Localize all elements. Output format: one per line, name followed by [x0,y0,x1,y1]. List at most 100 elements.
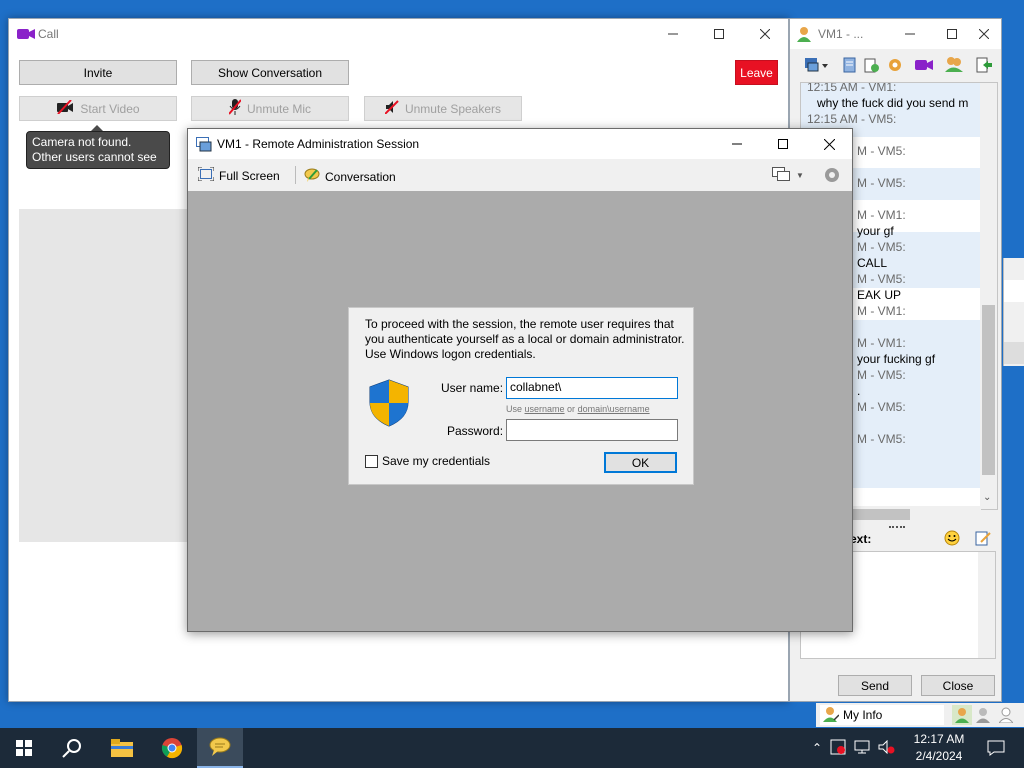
search-button[interactable] [48,728,96,768]
exit-icon[interactable] [976,57,992,76]
settings-gear-icon[interactable] [887,57,903,76]
save-credentials-label: Save my credentials [382,454,491,468]
scrollbar-thumb[interactable] [982,305,995,475]
username-field[interactable]: collabnet\ [506,377,678,399]
ok-label: OK [631,455,650,470]
away-user-icon[interactable] [976,707,990,726]
scroll-down-icon[interactable]: ⌄ [983,492,991,503]
auth-dialog: To proceed with the session, the remote … [348,307,694,485]
send-button[interactable]: Send [838,675,912,696]
call-titlebar[interactable]: Call [9,19,788,49]
username-link[interactable]: username [525,404,565,414]
password-label: Password: [447,424,504,438]
conversation-label: Conversation [325,169,396,184]
windows-logo-icon [16,740,32,756]
chevron-up-icon[interactable]: ⌃ [812,741,822,755]
save-credentials-checkbox[interactable]: Save my credentials [365,454,490,468]
full-screen-button[interactable]: Full Screen [197,166,280,184]
show-conversation-button[interactable]: Show Conversation [191,60,349,85]
remote-toolbar: Full Screen Conversation ▼ [188,159,852,191]
leave-button[interactable]: Leave [735,60,778,85]
remote-close-button[interactable] [806,129,852,159]
tooltip-line-1: Camera not found. [32,135,132,149]
chat-bubble-icon [209,737,231,756]
chat-close-button-bottom[interactable]: Close [921,675,995,696]
remote-admin-icon [196,136,212,155]
leave-label: Leave [740,65,773,80]
chrome-icon [161,738,183,759]
remote-settings-gear-icon[interactable] [823,166,841,187]
close-button[interactable] [742,19,788,49]
conversation-button[interactable]: Conversation [304,167,396,186]
add-contact-icon[interactable] [945,56,963,77]
remote-minimize-button[interactable] [714,129,760,159]
chat-title: VM1 - ... [818,27,864,41]
folder-icon [111,739,133,757]
camera-tooltip: Camera not found. Other users cannot see… [26,131,170,179]
start-video-button[interactable]: Start Video [19,96,177,121]
chat-message: 12:15 AM - VM1: why the fuck did you send… [807,82,969,110]
ok-button[interactable]: OK [604,452,677,473]
video-area [19,209,199,542]
chat-scrollbar[interactable]: ⌄ [980,83,997,509]
offline-user-icon[interactable] [997,707,1015,726]
notification-icon [987,740,1005,756]
chat-toolbar [790,52,1001,78]
taskbar: ⌃ 12:17 AM 2/4/2024 [0,728,1024,768]
remote-titlebar[interactable]: VM1 - Remote Administration Session [188,129,852,159]
search-icon [62,739,81,758]
minimize-button[interactable] [650,19,696,49]
messenger-button[interactable] [197,728,243,768]
tooltip-line-2: Other users cannot see you. [32,150,157,179]
chat-close-button[interactable] [966,19,1002,49]
password-field[interactable] [506,419,678,441]
domain-username-link[interactable]: domain\username [578,404,650,414]
note-icon[interactable] [843,57,857,76]
contacts-bar: My Info [816,703,1024,727]
network-icon[interactable] [854,740,870,757]
maximize-button[interactable] [696,19,742,49]
unmute-speakers-button[interactable]: Unmute Speakers [364,96,522,121]
volume-muted-icon[interactable] [878,739,896,757]
online-user-icon[interactable] [952,705,972,725]
chat-titlebar[interactable]: VM1 - ... [790,19,1001,49]
monitor-select-button[interactable]: ▼ [772,167,804,184]
send-label: Send [860,678,890,693]
unmute-mic-button[interactable]: Unmute Mic [191,96,349,121]
file-transfer-icon[interactable] [864,57,880,76]
my-info-button[interactable]: My Info [820,705,944,725]
full-screen-icon [197,166,215,184]
remote-desktop-icon[interactable] [804,57,830,76]
dropdown-arrow-icon: ▼ [796,171,804,180]
close-label: Close [942,678,974,693]
start-video-label: Start Video [80,101,140,116]
network-app-icon[interactable] [830,739,846,758]
username-hint: Use username or domain\username [506,404,650,414]
call-title: Call [38,27,59,41]
system-tray: ⌃ [812,728,896,768]
notifications-button[interactable] [976,728,1016,768]
video-call-icon[interactable] [915,59,933,74]
checkbox-box[interactable] [365,454,378,468]
conversation-icon [304,167,320,186]
chrome-button[interactable] [148,728,196,768]
user-icon [797,26,811,45]
username-label: User name: [441,381,504,395]
format-icon[interactable] [975,530,991,549]
file-explorer-button[interactable] [98,728,146,768]
clock-date: 2/4/2024 [915,749,963,763]
unmute-mic-label: Unmute Mic [246,101,311,116]
clock[interactable]: 12:17 AM 2/4/2024 [908,731,970,765]
remote-maximize-button[interactable] [760,129,806,159]
toolbar-separator [295,166,296,184]
invite-label: Invite [83,65,113,80]
emoticon-icon[interactable] [944,530,960,549]
speaker-off-icon [384,100,399,117]
remote-title: VM1 - Remote Administration Session [217,137,420,151]
chat-minimize-button[interactable] [888,19,932,49]
splitter-grip[interactable] [889,526,905,530]
start-button[interactable] [0,728,48,768]
invite-button[interactable]: Invite [19,60,177,85]
clock-time: 12:17 AM [913,732,965,746]
video-off-icon [56,99,74,117]
